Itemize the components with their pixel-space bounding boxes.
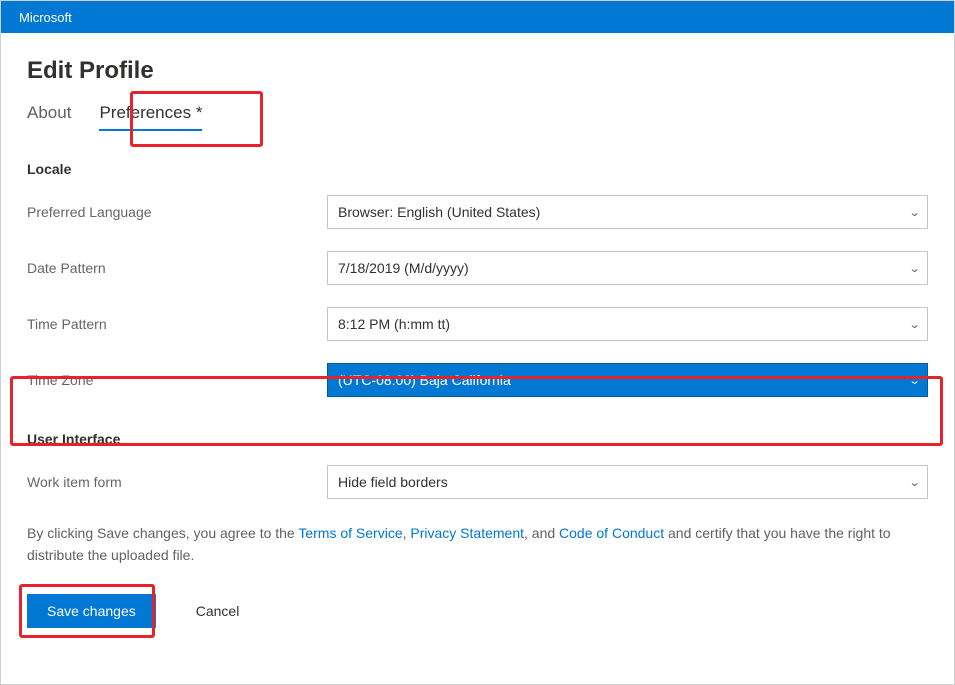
label-preferred-language: Preferred Language (27, 204, 327, 220)
link-privacy-statement[interactable]: Privacy Statement (410, 525, 524, 541)
chevron-down-icon: ⌄ (908, 262, 920, 275)
link-code-of-conduct[interactable]: Code of Conduct (559, 525, 664, 541)
chevron-down-icon: ⌄ (908, 206, 920, 219)
row-time-pattern: Time Pattern 8:12 PM (h:mm tt) ⌄ (27, 307, 928, 341)
brand-label: Microsoft (19, 10, 72, 25)
select-time-pattern[interactable]: 8:12 PM (h:mm tt) ⌄ (327, 307, 928, 341)
select-preferred-language[interactable]: Browser: English (United States) ⌄ (327, 195, 928, 229)
chevron-down-icon: ⌄ (908, 476, 920, 489)
select-work-item-form-value: Hide field borders (338, 474, 448, 490)
select-preferred-language-value: Browser: English (United States) (338, 204, 540, 220)
agreement-text: By clicking Save changes, you agree to t… (27, 523, 928, 566)
select-time-zone[interactable]: (UTC-08:00) Baja California ⌄ (327, 363, 928, 397)
tab-row: About Preferences * (27, 103, 928, 131)
row-date-pattern: Date Pattern 7/18/2019 (M/d/yyyy) ⌄ (27, 251, 928, 285)
section-heading-locale: Locale (27, 161, 928, 177)
select-time-zone-value: (UTC-08:00) Baja California (338, 372, 511, 388)
tab-preferences[interactable]: Preferences * (99, 103, 202, 131)
row-time-zone: Time Zone (UTC-08:00) Baja California ⌄ (27, 363, 928, 397)
select-time-pattern-value: 8:12 PM (h:mm tt) (338, 316, 450, 332)
cancel-button[interactable]: Cancel (176, 594, 260, 628)
content-area: Edit Profile About Preferences * Locale … (1, 33, 954, 628)
link-terms-of-service[interactable]: Terms of Service (298, 525, 402, 541)
select-date-pattern-value: 7/18/2019 (M/d/yyyy) (338, 260, 469, 276)
page-title: Edit Profile (27, 57, 928, 85)
label-work-item-form: Work item form (27, 474, 327, 490)
chevron-down-icon: ⌄ (908, 374, 920, 387)
label-time-zone: Time Zone (27, 372, 327, 388)
label-date-pattern: Date Pattern (27, 260, 327, 276)
tab-about[interactable]: About (27, 103, 71, 131)
section-heading-ui: User Interface (27, 431, 928, 447)
topbar: Microsoft (1, 1, 954, 33)
row-work-item-form: Work item form Hide field borders ⌄ (27, 465, 928, 499)
agree-comma2: , and (524, 525, 559, 541)
agree-prefix: By clicking Save changes, you agree to t… (27, 525, 298, 541)
save-changes-button[interactable]: Save changes (27, 594, 156, 628)
button-row: Save changes Cancel (27, 594, 928, 628)
select-date-pattern[interactable]: 7/18/2019 (M/d/yyyy) ⌄ (327, 251, 928, 285)
label-time-pattern: Time Pattern (27, 316, 327, 332)
select-work-item-form[interactable]: Hide field borders ⌄ (327, 465, 928, 499)
chevron-down-icon: ⌄ (908, 318, 920, 331)
row-preferred-language: Preferred Language Browser: English (Uni… (27, 195, 928, 229)
